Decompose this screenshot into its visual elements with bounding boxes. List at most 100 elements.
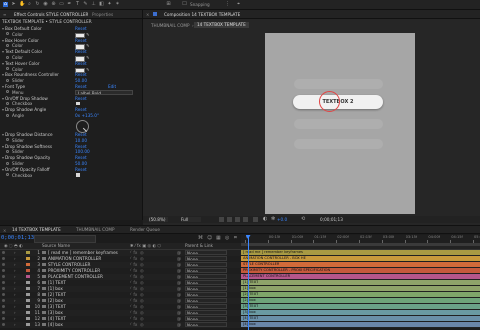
layer-duration-bar[interactable]: [1] TEXT [241, 280, 480, 285]
visibility-eye-icon[interactable] [2, 256, 5, 260]
layer-name[interactable]: ANIMATION CONTROLLER [48, 256, 128, 261]
effect-property-row[interactable]: Color ✎ [0, 55, 142, 62]
reset-link[interactable]: Reset [75, 84, 87, 89]
pickwhip-icon[interactable]: @ [177, 322, 181, 327]
parent-dropdown[interactable]: None [185, 298, 227, 303]
effect-group-row[interactable]: ▾ Drop Shadow Angle Reset [0, 107, 142, 113]
layer-row[interactable]: › 4 PROXIMITY CONTROLLER ⁄ fx ◎ @ None PROXIMI… [0, 268, 480, 274]
parent-dropdown[interactable]: None [185, 292, 227, 297]
pickwhip-icon[interactable]: @ [177, 256, 181, 261]
tab-effect-controls[interactable]: Effect Controls STYLE CONTROLLER [14, 12, 88, 17]
clone-stamp-tool-icon[interactable]: ⊥ [91, 2, 96, 7]
shy-layers-icon[interactable]: ☺ [207, 235, 213, 241]
layer-label-color[interactable] [26, 292, 30, 297]
parent-dropdown[interactable]: None [185, 256, 227, 261]
property-value[interactable]: 50.00 [75, 78, 87, 83]
effect-property-row[interactable]: Slider 50.00 [0, 78, 142, 84]
layer-duration-bar[interactable]: [4] TEXT [241, 316, 480, 321]
expand-triangle-icon[interactable]: ▾ [2, 26, 4, 31]
expand-triangle-icon[interactable]: ▾ [2, 49, 4, 54]
time-ruler[interactable]: 0f00:15f01:00f01:15f02:00f02:15f03:00f03… [241, 235, 480, 243]
visibility-eye-icon[interactable] [2, 292, 5, 296]
effect-group-row[interactable]: ▾ On/Off Drop Shadow Reset [0, 96, 142, 102]
stopwatch-icon[interactable] [6, 55, 9, 59]
effect-property-row[interactable]: Angle 0x +135.0° [0, 113, 142, 119]
snapshot-icon[interactable] [253, 217, 258, 222]
tab-properties[interactable]: Properties [92, 12, 113, 17]
visibility-eye-icon[interactable] [2, 280, 5, 284]
layer-name[interactable]: STYLE CONTROLLER [48, 262, 128, 267]
layer-duration-bar[interactable]: [3] box [241, 310, 480, 315]
close-icon[interactable]: × [146, 12, 150, 17]
camera-view-icon[interactable]: ✻ [271, 217, 276, 222]
layer-switches[interactable]: ⁄ fx ◎ [130, 304, 144, 309]
stopwatch-icon[interactable] [6, 149, 9, 153]
tab-render-queue[interactable]: Render Queue [130, 227, 160, 232]
expand-triangle-icon[interactable]: ▾ [2, 144, 4, 149]
visibility-eye-icon[interactable] [2, 322, 5, 326]
layer-name[interactable]: [2] TEXT [48, 292, 128, 297]
expand-triangle-icon[interactable]: ▾ [2, 72, 4, 77]
exposure-value[interactable]: +0.0 [277, 217, 287, 222]
hand-tool-icon[interactable]: ✋ [19, 2, 25, 7]
current-time-display[interactable]: 0;00;01;13 [1, 235, 34, 241]
checkbox-control[interactable] [76, 101, 80, 106]
parent-dropdown[interactable]: None [185, 286, 227, 291]
stopwatch-icon[interactable] [6, 173, 9, 177]
zoom-tool-icon[interactable]: ⌕ [27, 2, 32, 7]
parent-dropdown[interactable]: None [185, 274, 227, 279]
layer-label-color[interactable] [26, 322, 30, 327]
effect-property-row[interactable]: Checkbox [0, 101, 142, 107]
expand-triangle-icon[interactable]: ▾ [2, 107, 4, 112]
draft-3d-icon[interactable]: ⌘ [198, 235, 204, 241]
effect-group-row[interactable]: ▾ Drop Shadow Softness Reset [0, 144, 142, 150]
effect-group-row[interactable]: ▾ Font Type Reset Edit [0, 84, 142, 90]
tab-textbox-template[interactable]: 14 TEXTBOX TEMPLATE [12, 227, 61, 232]
layer-switches[interactable]: ⁄ fx ◎ [130, 292, 144, 297]
effect-group-row[interactable]: ▾ Box Default Color Reset [0, 26, 142, 32]
layer-name[interactable]: PLACEMENT CONTROLLER [48, 274, 128, 279]
expand-layer-icon[interactable]: › [14, 310, 16, 315]
parent-dropdown[interactable]: None [185, 304, 227, 309]
reset-link[interactable]: Reset [75, 96, 87, 101]
visibility-eye-icon[interactable] [2, 316, 5, 320]
selection-tool-icon[interactable]: ➤ [11, 2, 16, 7]
zoom-dropdown[interactable]: (50.8%) [149, 217, 168, 222]
layer-name[interactable]: [4] TEXT [48, 316, 128, 321]
parent-dropdown[interactable]: None [185, 310, 227, 315]
pan-behind-tool-icon[interactable]: ⊕ [51, 2, 56, 7]
layer-label-color[interactable] [26, 256, 30, 261]
expand-layer-icon[interactable]: › [14, 280, 16, 285]
layer-switches[interactable]: ⁄ fx ◎ [130, 250, 144, 255]
layer-label-color[interactable] [26, 286, 30, 291]
expand-layer-icon[interactable]: › [14, 274, 16, 279]
expand-layer-icon[interactable]: › [14, 292, 16, 297]
visibility-eye-icon[interactable] [2, 298, 5, 302]
breadcrumb-thumbnail-comp[interactable]: THUMBNAIL COMP [151, 23, 190, 28]
layer-label-color[interactable] [26, 262, 30, 267]
reset-exposure-icon[interactable]: ⟲ [301, 217, 306, 222]
breadcrumb-textbox-template[interactable]: 14 TEXTBOX TEMPLATE [194, 22, 249, 28]
guides-icon[interactable] [243, 217, 248, 222]
textbox-3-pill[interactable] [294, 119, 383, 129]
layer-switches[interactable]: ⁄ fx ◎ [130, 256, 144, 261]
pickwhip-icon[interactable]: @ [177, 280, 181, 285]
layer-name[interactable]: [1] TEXT [48, 280, 128, 285]
mask-visibility-icon[interactable] [235, 217, 240, 222]
layer-row[interactable]: › 10 [3] TEXT ⁄ fx ◎ @ None [3] TEXT [0, 304, 480, 310]
eyedropper-icon[interactable]: ✎ [86, 55, 90, 60]
pickwhip-icon[interactable]: @ [177, 316, 181, 321]
visibility-eye-icon[interactable] [2, 274, 5, 278]
tab-menu-icon[interactable]: ≡ [231, 12, 235, 17]
layer-duration-bar[interactable]: [4] box [241, 322, 480, 327]
expand-layer-icon[interactable]: › [14, 316, 16, 321]
expand-triangle-icon[interactable]: ▾ [2, 96, 4, 101]
stopwatch-icon[interactable] [6, 138, 9, 142]
layer-row[interactable]: › 1[ read me ] remember keyframes ⁄ fx ◎ @ N… [0, 250, 480, 256]
visibility-eye-icon[interactable] [2, 250, 5, 254]
textbox-4-pill[interactable] [294, 139, 383, 149]
show-channel-icon[interactable]: ◐ [263, 217, 268, 222]
region-of-interest-icon[interactable] [219, 217, 224, 222]
reset-link[interactable]: Reset [75, 167, 87, 172]
reset-link[interactable]: Reset [75, 49, 87, 54]
